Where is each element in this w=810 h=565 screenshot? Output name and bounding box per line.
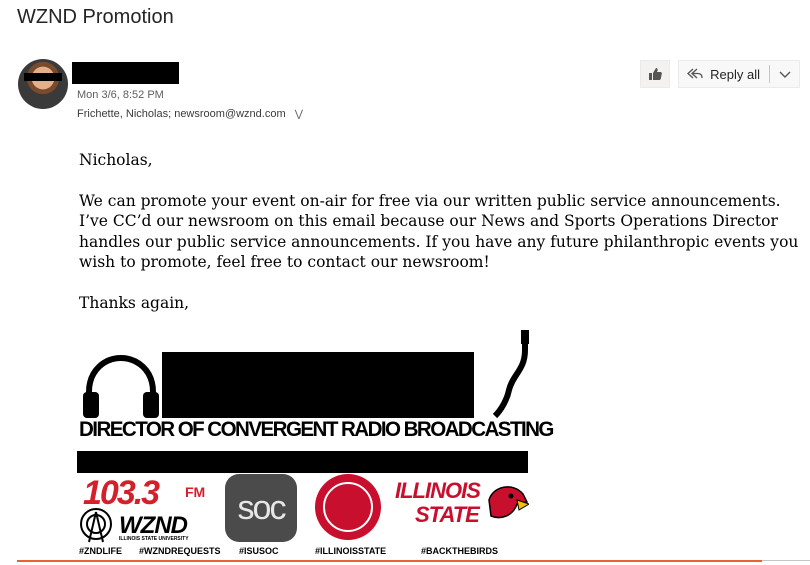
reading-pane-divider [17, 560, 762, 562]
hashtag: #WZNDREQUESTS [139, 546, 221, 556]
wznd-frequency: 103.3 [83, 474, 160, 512]
message-body: Nicholas, We can promote your event on-a… [79, 150, 804, 333]
recipients-line[interactable]: Frichette, Nicholas; newsroom@wznd.com ⋁ [77, 108, 303, 120]
hashtag: #ILLINOISSTATE [315, 546, 387, 556]
seal-inner [323, 482, 373, 532]
button-separator [769, 65, 770, 83]
headphones-icon [83, 354, 159, 418]
microphone-cable-icon [492, 330, 529, 419]
wznd-university: ILLINOIS STATE UNIVERSITY [119, 536, 189, 542]
message-date: Mon 3/6, 8:52 PM [77, 89, 164, 101]
redbird-icon [488, 486, 529, 519]
signature-name-redacted [162, 352, 474, 418]
hashtag: #ZNDLIFE [79, 546, 123, 556]
soc-logo-text: soc [225, 474, 297, 542]
avatar-redaction [24, 73, 62, 81]
wznd-logo[interactable]: 103.3 FM WZND ILLINOIS STATE UNIVERSITY [77, 474, 217, 552]
isu-line2: STATE [415, 502, 480, 527]
react-button[interactable] [640, 60, 671, 88]
seal-icon [315, 474, 381, 540]
sender-name-redacted [72, 62, 179, 84]
signature-hashtags: #ZNDLIFE #WZNDREQUESTS #ISUSOC #ILLINOIS… [77, 546, 532, 556]
signature-title: DIRECTOR OF CONVERGENT RADIO BROADCASTIN… [79, 418, 554, 441]
closing: Thanks again, [79, 293, 190, 312]
thumbs-up-icon [649, 68, 662, 80]
isu-line1: ILLINOIS [395, 478, 481, 503]
message-actions: Reply all [640, 60, 800, 88]
isu-redbirds-logo[interactable]: ILLINOIS STATE [395, 474, 529, 552]
email-subject: WZND Promotion [17, 6, 174, 28]
soc-logo[interactable]: soc [225, 474, 297, 552]
recipients-text: Frichette, Nicholas; newsroom@wznd.com [77, 108, 286, 120]
signature-contact-redacted [77, 451, 528, 473]
double-chevron-down-icon[interactable]: ⋁ [295, 109, 303, 120]
divider-tail [762, 560, 810, 561]
greeting: Nicholas, [79, 151, 153, 169]
isu-seal-logo[interactable] [315, 474, 385, 552]
wznd-band: FM [185, 484, 206, 500]
reply-all-button[interactable]: Reply all [678, 60, 800, 88]
chevron-down-icon[interactable] [779, 69, 791, 79]
reply-all-icon [687, 68, 703, 79]
sender-avatar[interactable] [18, 59, 68, 109]
email-signature: DIRECTOR OF CONVERGENT RADIO BROADCASTIN… [77, 330, 554, 556]
body-paragraph: We can promote your event on-air for fre… [79, 191, 799, 272]
reply-all-label: Reply all [710, 66, 760, 82]
hashtag: #ISUSOC [239, 546, 279, 556]
hashtag: #BACKTHEBIRDS [421, 546, 499, 556]
